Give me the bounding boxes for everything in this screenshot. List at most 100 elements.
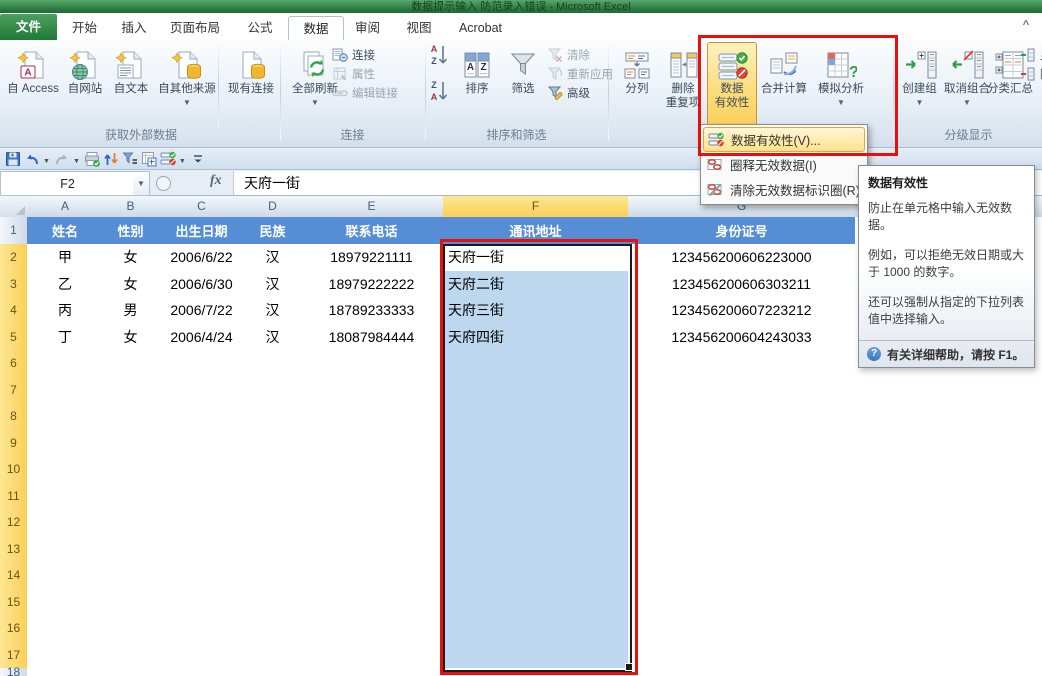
col-header-B[interactable]: B xyxy=(103,196,159,218)
ribbon-button-group[interactable]: 创建组▼ xyxy=(897,42,942,130)
tab-3[interactable]: 页面布局 xyxy=(160,16,230,40)
col-header-F[interactable]: F xyxy=(443,196,629,218)
cell-B17[interactable] xyxy=(103,642,159,670)
cell-G4[interactable]: 123456200607223212 xyxy=(628,297,856,325)
cell-x911[interactable] xyxy=(967,483,1042,511)
cell-B15[interactable] xyxy=(103,589,159,617)
cell-A12[interactable] xyxy=(27,509,104,537)
chevron-down-icon[interactable]: ▼ xyxy=(73,158,80,165)
cell-x915[interactable] xyxy=(967,589,1042,617)
ribbon-button-text2col[interactable]: 分列 xyxy=(615,42,659,130)
cell-E14[interactable] xyxy=(300,562,444,590)
cell-B13[interactable] xyxy=(103,536,159,564)
cell-A11[interactable] xyxy=(27,483,104,511)
tab-2[interactable]: 插入 xyxy=(111,16,157,40)
cell-x713[interactable] xyxy=(855,536,894,564)
cell-B1[interactable]: 性别 xyxy=(103,217,159,245)
cell-A3[interactable]: 乙 xyxy=(27,271,104,299)
menu-item-clear-circles[interactable]: 清除无效数据标识圈(R) xyxy=(703,177,865,202)
cell-G11[interactable] xyxy=(628,483,856,511)
cell-B14[interactable] xyxy=(103,562,159,590)
cell-C4[interactable]: 2006/7/22 xyxy=(158,297,246,325)
cell-C16[interactable] xyxy=(158,615,246,643)
cell-C17[interactable] xyxy=(158,642,246,670)
qat-filter-button[interactable] xyxy=(122,150,138,168)
col-header-A[interactable]: A xyxy=(27,196,104,218)
chevron-down-icon[interactable]: ▼ xyxy=(179,158,186,165)
cell-G5[interactable]: 123456200604243033 xyxy=(628,324,856,352)
tab-7[interactable]: 视图 xyxy=(396,16,442,40)
cell-D1[interactable]: 民族 xyxy=(245,217,301,245)
cell-D9[interactable] xyxy=(245,430,301,458)
row-header-18[interactable]: 18 xyxy=(0,668,28,676)
cell-x97[interactable] xyxy=(967,377,1042,405)
ribbon-small-link[interactable]: 连接 xyxy=(332,46,375,64)
tab-4[interactable]: 公式 xyxy=(234,16,286,40)
cell-G14[interactable] xyxy=(628,562,856,590)
name-box[interactable]: F2 xyxy=(0,171,135,196)
row-header-15[interactable]: 15 xyxy=(0,589,28,617)
cell-G9[interactable] xyxy=(628,430,856,458)
cell-D2[interactable]: 汉 xyxy=(245,244,301,272)
cell-C10[interactable] xyxy=(158,456,246,484)
tab-1[interactable]: 开始 xyxy=(63,16,106,40)
qat-print-preview-button[interactable] xyxy=(84,150,100,168)
ribbon-button-ungroup[interactable]: 取消组合▼ xyxy=(941,42,993,130)
select-all-corner[interactable] xyxy=(0,196,28,218)
cell-C7[interactable] xyxy=(158,377,246,405)
cell-x916[interactable] xyxy=(967,615,1042,643)
cell-x814[interactable] xyxy=(893,562,968,590)
cell-D18[interactable] xyxy=(245,668,301,676)
row-header-13[interactable]: 13 xyxy=(0,536,28,564)
qat-custom-view-button[interactable] xyxy=(141,150,157,168)
ribbon-button-doc-db[interactable]: 自其他来源▼ xyxy=(154,42,220,130)
cell-x718[interactable] xyxy=(855,668,894,676)
cell-C15[interactable] xyxy=(158,589,246,617)
cell-A2[interactable]: 甲 xyxy=(27,244,104,272)
qat-data-validation-button[interactable] xyxy=(160,150,176,168)
cell-x716[interactable] xyxy=(855,615,894,643)
cell-A13[interactable] xyxy=(27,536,104,564)
cell-E9[interactable] xyxy=(300,430,444,458)
row-header-11[interactable]: 11 xyxy=(0,483,28,511)
row-header-16[interactable]: 16 xyxy=(0,615,28,643)
cell-B5[interactable]: 女 xyxy=(103,324,159,352)
cell-x816[interactable] xyxy=(893,615,968,643)
cell-x815[interactable] xyxy=(893,589,968,617)
col-header-C[interactable]: C xyxy=(158,196,246,218)
cell-B9[interactable] xyxy=(103,430,159,458)
cell-C18[interactable] xyxy=(158,668,246,676)
cell-x711[interactable] xyxy=(855,483,894,511)
cell-x79[interactable] xyxy=(855,430,894,458)
cell-x812[interactable] xyxy=(893,509,968,537)
cell-G7[interactable] xyxy=(628,377,856,405)
qat-save-button[interactable] xyxy=(5,150,21,168)
ribbon-button-doc-web[interactable]: 自网站 xyxy=(62,42,108,130)
cell-C8[interactable] xyxy=(158,403,246,431)
cell-E3[interactable]: 18979222222 xyxy=(300,271,444,299)
cell-G15[interactable] xyxy=(628,589,856,617)
cell-E1[interactable]: 联系电话 xyxy=(300,217,444,245)
cell-x914[interactable] xyxy=(967,562,1042,590)
cell-A8[interactable] xyxy=(27,403,104,431)
cell-D17[interactable] xyxy=(245,642,301,670)
cell-C5[interactable]: 2006/4/24 xyxy=(158,324,246,352)
cell-D6[interactable] xyxy=(245,350,301,378)
row-header-5[interactable]: 5 xyxy=(0,324,28,352)
cell-G2[interactable]: 123456200606223000 xyxy=(628,244,856,272)
cell-A18[interactable] xyxy=(27,668,104,676)
cell-B16[interactable] xyxy=(103,615,159,643)
row-header-4[interactable]: 4 xyxy=(0,297,28,325)
cell-E10[interactable] xyxy=(300,456,444,484)
cell-G16[interactable] xyxy=(628,615,856,643)
cell-C1[interactable]: 出生日期 xyxy=(158,217,246,245)
row-header-8[interactable]: 8 xyxy=(0,403,28,431)
tab-5[interactable]: 数据 xyxy=(288,16,344,41)
cell-E11[interactable] xyxy=(300,483,444,511)
cell-x715[interactable] xyxy=(855,589,894,617)
ribbon-small-show-detail[interactable]: 显 xyxy=(1020,46,1042,64)
qat-sort-updown-button[interactable] xyxy=(103,150,119,168)
col-header-D[interactable]: D xyxy=(245,196,301,218)
cell-G10[interactable] xyxy=(628,456,856,484)
cell-B10[interactable] xyxy=(103,456,159,484)
